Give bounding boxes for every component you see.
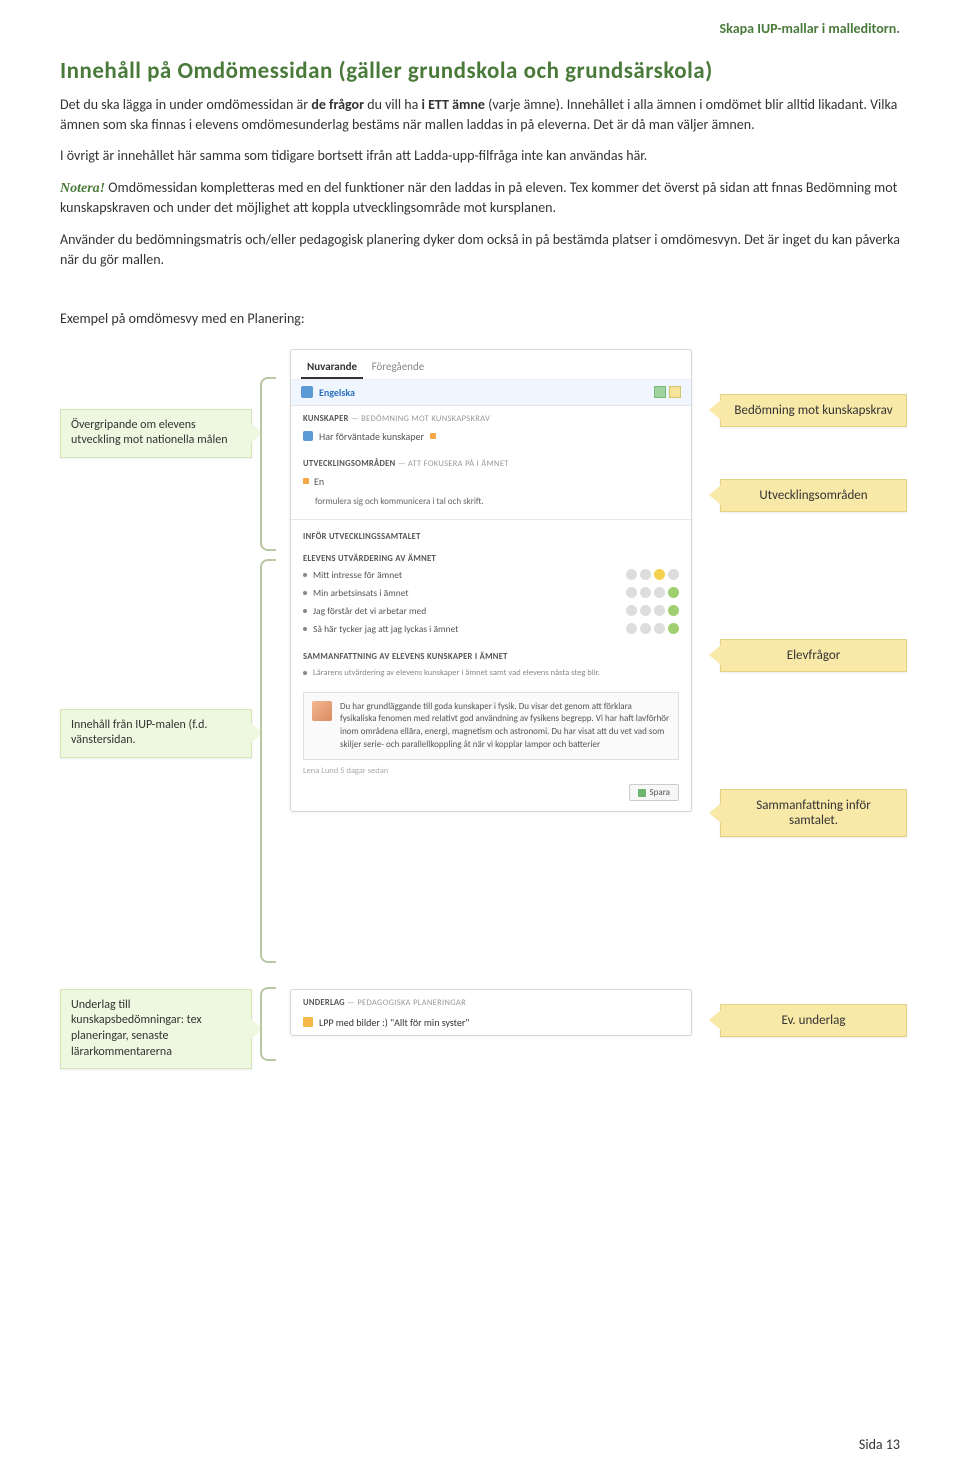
smiley-rating[interactable] [626, 605, 679, 616]
smiley-rating[interactable] [626, 623, 679, 634]
callout-left-overview: Övergripande om elevens utveckling mot n… [60, 409, 252, 458]
summary-meta: Lena Lund 5 dagar sedan [291, 766, 691, 780]
status-badge-yellow [669, 386, 681, 398]
paragraph-4: Använder du bedömningsmatris och/eller p… [60, 230, 900, 269]
tab-previous[interactable]: Föregående [366, 356, 431, 377]
question-row-3: Jag förstår det vi arbetar med [291, 602, 691, 620]
example-label: Exempel på omdömesvy med en Planering: [60, 309, 900, 329]
brace-3 [260, 987, 276, 1061]
question-row-4: Så här tycker jag att jag lyckas i ämnet [291, 620, 691, 638]
page-header: Skapa IUP-mallar i malleditorn. [60, 20, 900, 37]
callout-right-elevfragor: Elevfrågor [720, 639, 907, 672]
summary-text: Du har grundläggande till goda kunskaper… [340, 701, 670, 751]
doc-icon [303, 1017, 313, 1027]
question-row-1: Mitt intresse för ämnet [291, 566, 691, 584]
callout-right-utveckling: Utvecklingsområden [720, 479, 907, 512]
lpp-row[interactable]: LPP med bilder :) "Allt för min syster" [291, 1010, 691, 1035]
paragraph-1: Det du ska lägga in under omdömessidan ä… [60, 95, 900, 134]
question-row-2: Min arbetsinsats i ämnet [291, 584, 691, 602]
page-title: Innehåll på Omdömessidan (gäller grundsk… [60, 57, 900, 85]
avatar-icon [312, 701, 332, 721]
kunskaper-row: Har förväntade kunskaper [291, 426, 691, 451]
section-infor-label: INFÖR UTVECKLINGSSAMTALET [291, 524, 691, 544]
underlag-panel: UNDERLAG — PEDAGOGISKA PLANERINGAR LPP m… [290, 989, 692, 1036]
summary-box: Du har grundläggande till goda kunskaper… [303, 692, 679, 760]
utveckling-row: En [291, 471, 691, 496]
sammanfattning-sub: Lärarens utvärdering av elevens kunskape… [291, 664, 691, 686]
subject-name: Engelska [319, 386, 651, 399]
smiley-rating[interactable] [626, 587, 679, 598]
panel-tabs: Nuvarande Föregående [291, 350, 691, 380]
notera-label: Notera! [60, 181, 105, 196]
brace-1 [260, 377, 276, 551]
subject-row[interactable]: Engelska [291, 380, 691, 406]
section-kunskaper-label: KUNSKAPER — BEDÖMNING MOT KUNSKAPSKRAV [291, 406, 691, 426]
tab-current[interactable]: Nuvarande [301, 356, 363, 379]
utveckling-desc: formulera sig och kommunicera i tal och … [291, 496, 691, 515]
expand-icon [301, 386, 313, 398]
bullet-icon [303, 609, 307, 613]
bullet-icon [303, 573, 307, 577]
paragraph-2: I övrigt är innehållet här samma som tid… [60, 146, 900, 166]
bullet-icon [303, 591, 307, 595]
section-elev-label: ELEVENS UTVÄRDERING AV ÄMNET [291, 544, 691, 566]
bullet-icon [303, 478, 309, 484]
smiley-rating[interactable] [626, 569, 679, 580]
example-panel: Nuvarande Föregående Engelska KUNSKAPER … [290, 349, 692, 812]
bullet-icon [303, 627, 307, 631]
section-underlag-label: UNDERLAG — PEDAGOGISKA PLANERINGAR [291, 990, 691, 1010]
status-badge-green [654, 386, 666, 398]
checkbox-icon [303, 431, 313, 441]
page-footer: Sida 13 [859, 1436, 900, 1453]
section-sammanfattning-label: SAMMANFATTNING AV ELEVENS KUNSKAPER I ÄM… [291, 638, 691, 664]
callout-left-underlag: Underlag till kunskapsbedömningar: tex p… [60, 989, 252, 1069]
save-button[interactable]: Spara [629, 784, 679, 801]
brace-2 [260, 559, 276, 963]
section-utveckling-label: UTVECKLINGSOMRÅDEN — ATT FOKUSERA PÅ I Ä… [291, 451, 691, 471]
example-diagram: Övergripande om elevens utveckling mot n… [60, 349, 900, 1089]
callout-right-bedomning: Bedömning mot kunskapskrav [720, 394, 907, 427]
bullet-icon [303, 671, 307, 675]
callout-right-sammanfattning: Sammanfattning inför samtalet. [720, 789, 907, 837]
callout-left-iup: Innehåll från IUP-malen (f.d. vänstersid… [60, 709, 252, 758]
callout-right-underlag: Ev. underlag [720, 1004, 907, 1037]
paragraph-3: Notera! Omdömessidan kompletteras med en… [60, 178, 900, 218]
flag-icon [430, 433, 436, 439]
